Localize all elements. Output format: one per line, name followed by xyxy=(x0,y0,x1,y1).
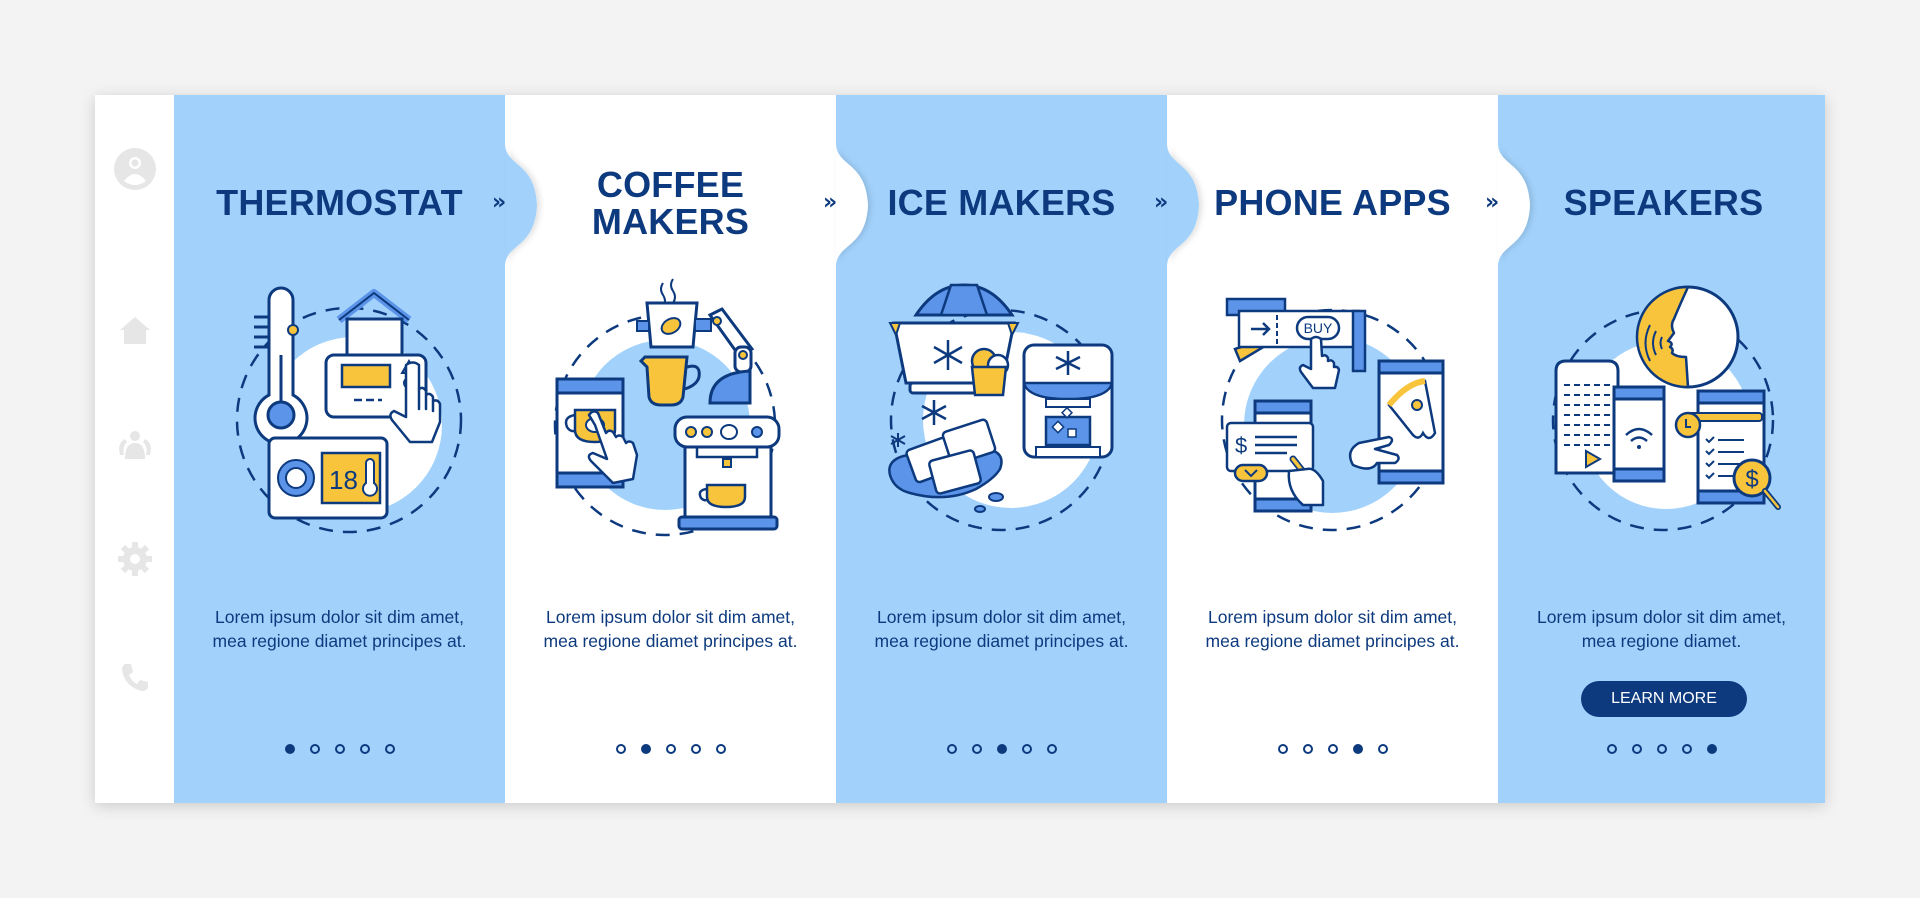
next-chevron-4[interactable]: » xyxy=(1485,190,1499,215)
screen-title-line-1: COFFEE xyxy=(596,164,745,205)
page-dot-1[interactable] xyxy=(1277,744,1288,754)
screen-title: ICE MAKERS xyxy=(887,182,1116,223)
screen-description: Lorem ipsum dolor sit dim amet, mea regi… xyxy=(1537,607,1786,651)
page-dot-1[interactable] xyxy=(946,744,957,754)
screen-title-line-2: MAKERS xyxy=(591,201,750,242)
screen-description: Lorem ipsum dolor sit dim amet, mea regi… xyxy=(874,607,1129,651)
screen-description: Lorem ipsum dolor sit dim amet, mea regi… xyxy=(543,607,798,651)
page-dot-3[interactable] xyxy=(665,744,676,754)
screen-title: PHONE APPS xyxy=(1214,182,1451,223)
page-dot-5[interactable] xyxy=(1377,744,1388,754)
home-icon[interactable] xyxy=(114,309,156,351)
pagination-dots xyxy=(174,744,505,754)
temperature-readout: 18 xyxy=(329,465,358,495)
learn-more-button[interactable]: LEARN MORE xyxy=(1581,681,1747,717)
coffee-maker-illustration xyxy=(553,278,781,537)
onboarding-card: THERMOSTAT 18 Lorem ipsum dolor sit dim … xyxy=(95,95,1825,803)
next-chevron-1[interactable]: » xyxy=(492,190,506,215)
svg-text:$: $ xyxy=(1235,433,1247,458)
sidebar xyxy=(95,95,175,803)
ice-maker-illustration xyxy=(888,283,1114,532)
page-dot-2[interactable] xyxy=(1302,744,1313,754)
user-icon[interactable] xyxy=(114,148,156,190)
screens-container: THERMOSTAT 18 Lorem ipsum dolor sit dim … xyxy=(174,95,1825,803)
screen-coffee-makers: COFFEE MAKERS Lorem ipsum dolor sit dim … xyxy=(505,95,836,803)
page-dot-1[interactable] xyxy=(615,744,626,754)
screen-title: COFFEE MAKERS xyxy=(505,166,836,240)
page-dot-1[interactable] xyxy=(1606,744,1617,754)
gear-icon[interactable] xyxy=(114,538,156,580)
next-chevron-2[interactable]: » xyxy=(823,190,837,215)
screen-ice-makers: ICE MAKERS Lorem ipsum dolor sit dim ame… xyxy=(836,95,1167,803)
page-dot-2[interactable] xyxy=(1631,744,1642,754)
phone-icon[interactable] xyxy=(114,656,156,698)
screen-thermostat: THERMOSTAT 18 Lorem ipsum dolor sit dim … xyxy=(174,95,505,803)
page-dot-4[interactable] xyxy=(690,744,701,754)
page-dot-2[interactable] xyxy=(971,744,982,754)
page-dot-4[interactable] xyxy=(1021,744,1032,754)
page-dot-4[interactable] xyxy=(1352,744,1363,754)
page-dot-2[interactable] xyxy=(309,744,320,754)
page-dot-3[interactable] xyxy=(1656,744,1667,754)
page-dot-5[interactable] xyxy=(1046,744,1057,754)
screen-phone-apps: PHONE APPS BUY $ Lorem ipsum dolor sit d… xyxy=(1167,95,1498,803)
next-chevron-3[interactable]: » xyxy=(1154,190,1168,215)
page-dot-4[interactable] xyxy=(359,744,370,754)
pagination-dots xyxy=(505,744,836,754)
screen-title: SPEAKERS xyxy=(1563,182,1764,223)
screen-title: THERMOSTAT xyxy=(216,182,463,223)
screen-speakers: SPEAKERS $ Lorem ipsum dolor sit dim ame… xyxy=(1498,95,1825,803)
pagination-dots xyxy=(1498,744,1825,754)
phone-apps-illustration: BUY $ xyxy=(1220,297,1445,532)
screen-description: Lorem ipsum dolor sit dim amet, mea regi… xyxy=(212,607,467,651)
page-dot-5[interactable] xyxy=(715,744,726,754)
page-dot-5[interactable] xyxy=(384,744,395,754)
page-dot-3[interactable] xyxy=(1327,744,1338,754)
page-dot-1[interactable] xyxy=(284,744,295,754)
buy-label: BUY xyxy=(1304,320,1333,336)
group-icon[interactable] xyxy=(114,425,156,467)
page-dot-3[interactable] xyxy=(996,744,1007,754)
page-dot-2[interactable] xyxy=(640,744,651,754)
speakers-illustration: $ xyxy=(1551,285,1781,532)
screen-description: Lorem ipsum dolor sit dim amet, mea regi… xyxy=(1205,607,1460,651)
thermostat-illustration: 18 xyxy=(235,286,463,534)
page-dot-5[interactable] xyxy=(1706,744,1717,754)
pagination-dots xyxy=(1167,744,1498,754)
page-dot-3[interactable] xyxy=(334,744,345,754)
page-dot-4[interactable] xyxy=(1681,744,1692,754)
pagination-dots xyxy=(836,744,1167,754)
svg-text:$: $ xyxy=(1745,466,1758,493)
